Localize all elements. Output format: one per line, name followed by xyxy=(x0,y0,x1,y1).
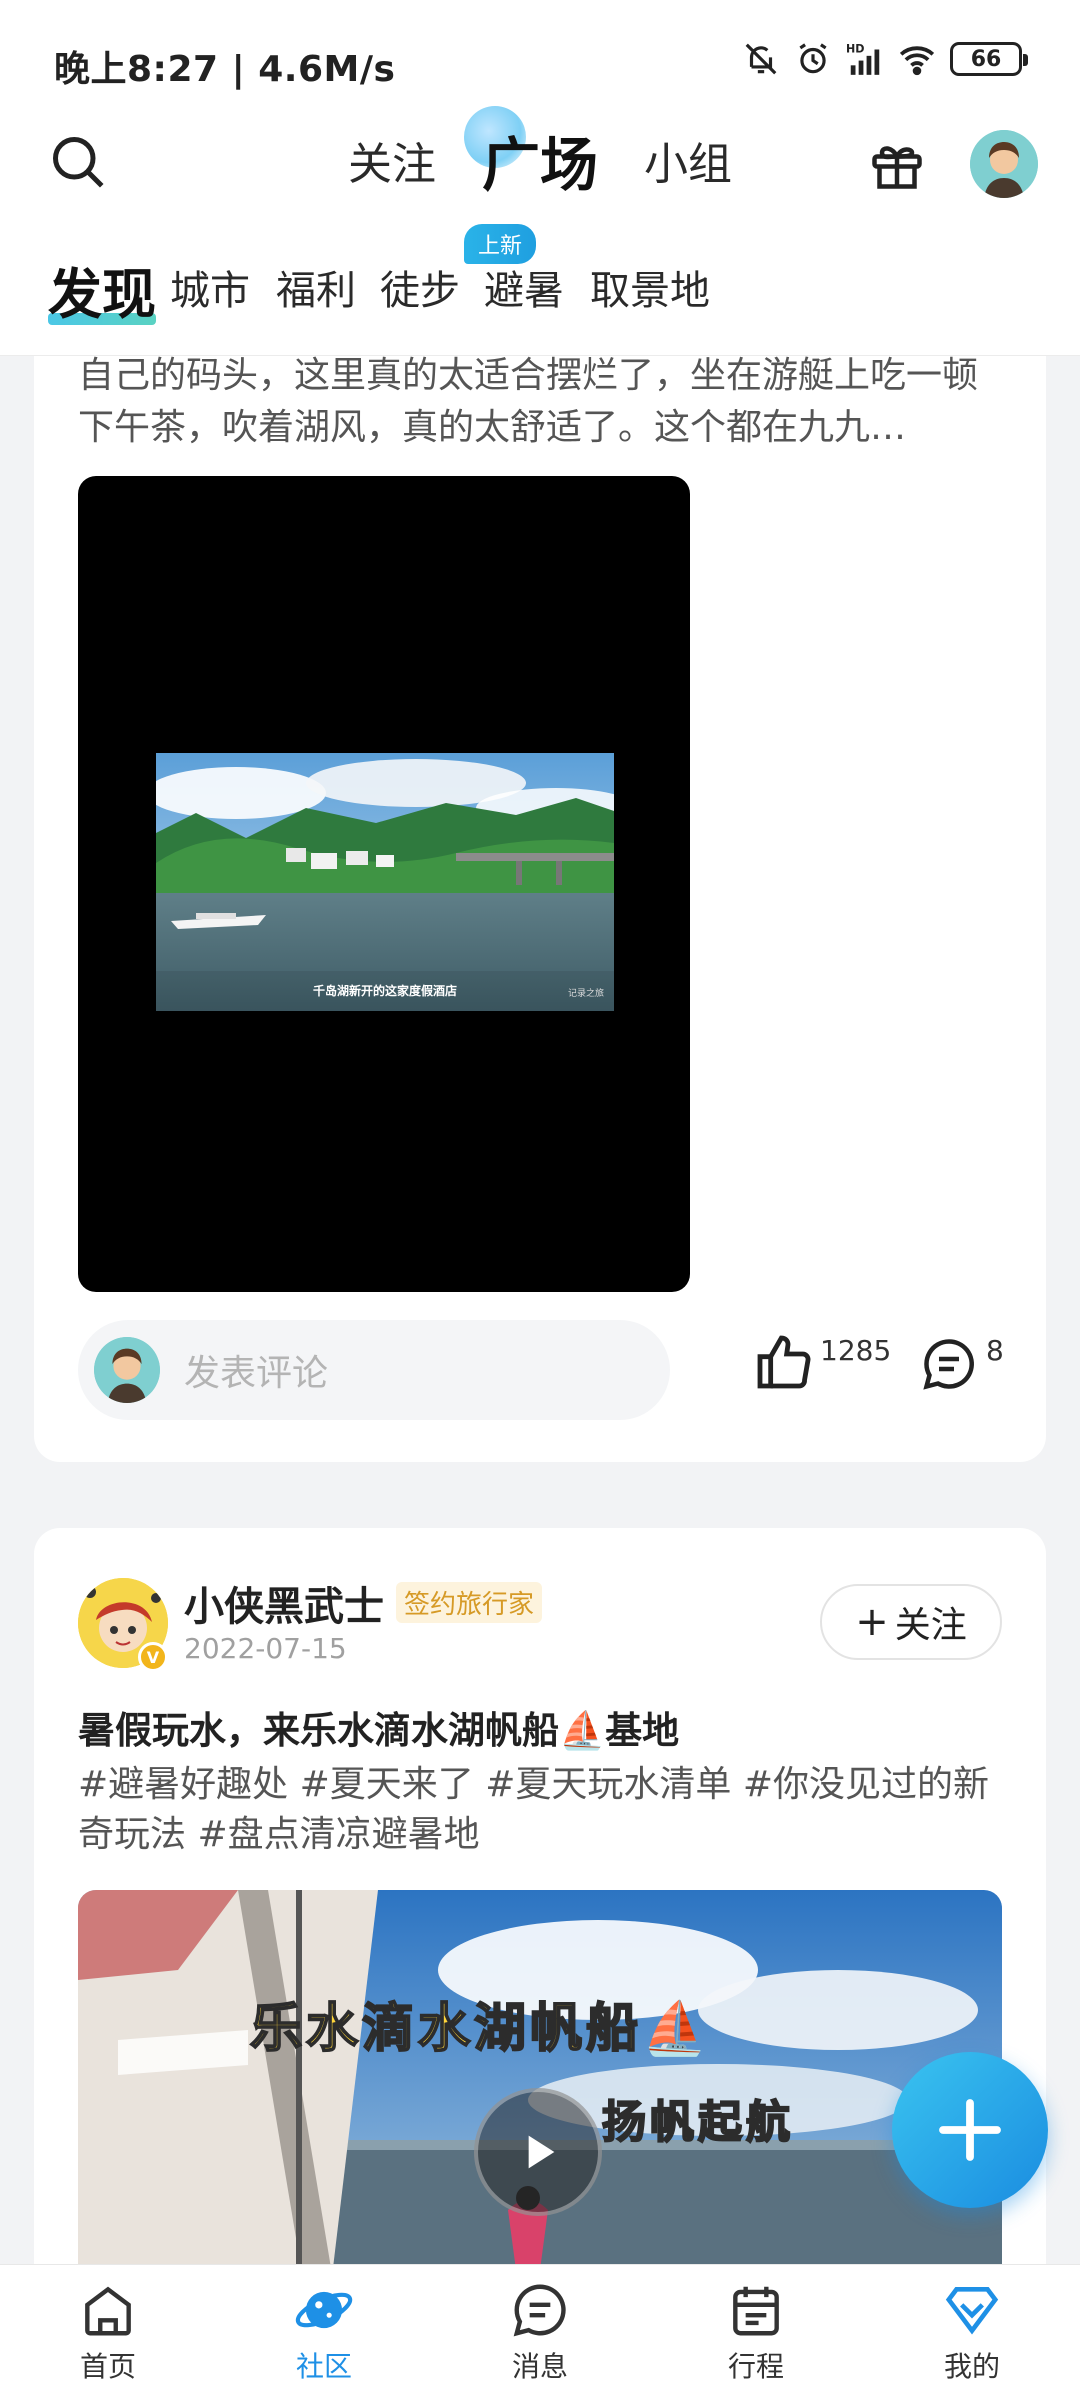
post-card-1: 自己的码头，这里真的太适合摆烂了，坐在游艇上吃一顿下午茶，吹着湖风，真的太舒适了… xyxy=(34,300,1046,1462)
media-subheadline: 扬帆起航 xyxy=(601,2096,794,2149)
diamond-heart-icon xyxy=(945,2287,999,2335)
follow-button[interactable]: + 关注 xyxy=(820,1584,1002,1660)
play-button[interactable] xyxy=(474,2088,602,2216)
create-post-button[interactable] xyxy=(892,2052,1048,2208)
category-discover[interactable]: 发现 xyxy=(48,250,156,329)
avatar xyxy=(94,1337,160,1403)
nav-messages-label: 消息 xyxy=(511,2350,568,2383)
video-caption: 千岛湖新开的这家度假酒店 xyxy=(312,984,457,998)
tab-follow[interactable]: 关注 xyxy=(348,128,436,192)
signal-icon: HD xyxy=(846,43,880,75)
comment-input[interactable]: 发表评论 xyxy=(78,1320,670,1420)
nav-mine[interactable]: 我的 xyxy=(864,2265,1080,2400)
comment-count: 8 xyxy=(986,1334,1004,1367)
post-hashtags[interactable]: #避暑好趣处 #夏天来了 #夏天玩水清单 #你没见过的新奇玩法 #盘点清凉避暑地 xyxy=(78,1760,1002,1860)
tab-group[interactable]: 小组 xyxy=(644,128,732,192)
nav-itinerary[interactable]: 行程 xyxy=(648,2265,864,2400)
video-thumbnail: 千岛湖新开的这家度假酒店 记录之旅 xyxy=(156,753,614,1011)
post-text: 自己的码头，这里真的太适合摆烂了，坐在游艇上吃一顿下午茶，吹着湖风，真的太舒适了… xyxy=(78,355,979,448)
gift-icon[interactable] xyxy=(866,134,928,194)
user-avatar-illustration xyxy=(970,130,1038,198)
like-count: 1285 xyxy=(820,1334,892,1367)
new-badge: 上新 xyxy=(464,224,537,264)
planet-icon xyxy=(295,2291,353,2329)
comment-icon[interactable] xyxy=(918,1334,980,1394)
author-name[interactable]: 小侠黑武士 xyxy=(184,1574,384,1632)
post-video[interactable]: 乐水滴水湖帆船⛵ 扬帆起航 xyxy=(78,1890,1002,2288)
category-city[interactable]: 城市 xyxy=(170,258,250,316)
battery-icon: 66 xyxy=(950,42,1028,76)
plus-icon xyxy=(939,2099,1001,2161)
nav-home-label: 首页 xyxy=(79,2350,136,2383)
tab-square[interactable]: 广场 xyxy=(463,106,598,202)
media-headline: 乐水滴水湖帆船⛵ xyxy=(249,1998,711,2060)
top-header: 晚上8:27 | 4.6M/s HD 66 关注 广场 小组 发现 城市 福利 … xyxy=(0,0,1080,356)
category-bar: 发现 城市 福利 徒步 避暑 取景地 xyxy=(0,250,1080,340)
category-summer[interactable]: 避暑 xyxy=(484,258,564,316)
message-icon xyxy=(513,2284,566,2337)
bottom-nav: 首页 社区 消息 行程 我的 xyxy=(0,2264,1080,2400)
avatar[interactable] xyxy=(970,130,1038,198)
nav-community[interactable]: 社区 xyxy=(216,2265,432,2400)
comment-placeholder: 发表评论 xyxy=(184,1353,329,1394)
svg-text:HD: HD xyxy=(846,43,864,56)
status-time: 晚上8:27 | 4.6M/s xyxy=(54,49,396,90)
category-hiking[interactable]: 徒步 xyxy=(380,258,460,316)
battery-level: 66 xyxy=(970,46,1002,72)
nav-community-label: 社区 xyxy=(295,2350,352,2383)
nav-mine-label: 我的 xyxy=(943,2350,1000,2383)
category-discover-label: 发现 xyxy=(48,263,156,326)
calendar-icon xyxy=(733,2286,779,2336)
author-badge: 签约旅行家 xyxy=(396,1582,543,1623)
video-player[interactable]: 千岛湖新开的这家度假酒店 记录之旅 xyxy=(78,476,690,1292)
play-icon xyxy=(528,2135,555,2169)
nav-itinerary-label: 行程 xyxy=(727,2350,784,2383)
home-icon xyxy=(85,2286,131,2336)
status-icons: HD 66 xyxy=(742,40,1028,78)
plus-icon: + xyxy=(855,1599,889,1645)
mute-bell-icon xyxy=(745,43,777,75)
thumbs-up-icon[interactable] xyxy=(752,1330,816,1394)
user-avatar-illustration xyxy=(94,1337,160,1403)
video-watermark: 记录之旅 xyxy=(567,989,604,999)
category-welfare[interactable]: 福利 xyxy=(276,258,356,316)
lake-scene-image xyxy=(156,753,614,1011)
alarm-icon xyxy=(799,43,827,74)
category-filming-spots[interactable]: 取景地 xyxy=(590,258,710,316)
tab-square-label: 广场 xyxy=(481,131,598,199)
nav-messages[interactable]: 消息 xyxy=(432,2265,648,2400)
post-card-2: V 小侠黑武士 签约旅行家 2022-07-15 + 关注 暑假玩水，来乐水滴水湖… xyxy=(34,1528,1046,2288)
post-title[interactable]: 暑假玩水，来乐水滴水湖帆船⛵基地 xyxy=(78,1700,679,1754)
verified-badge-icon: V xyxy=(138,1642,168,1672)
nav-home[interactable]: 首页 xyxy=(0,2265,216,2400)
wifi-icon xyxy=(899,46,935,76)
follow-label: 关注 xyxy=(894,1605,967,1646)
post-date: 2022-07-15 xyxy=(184,1632,347,1665)
